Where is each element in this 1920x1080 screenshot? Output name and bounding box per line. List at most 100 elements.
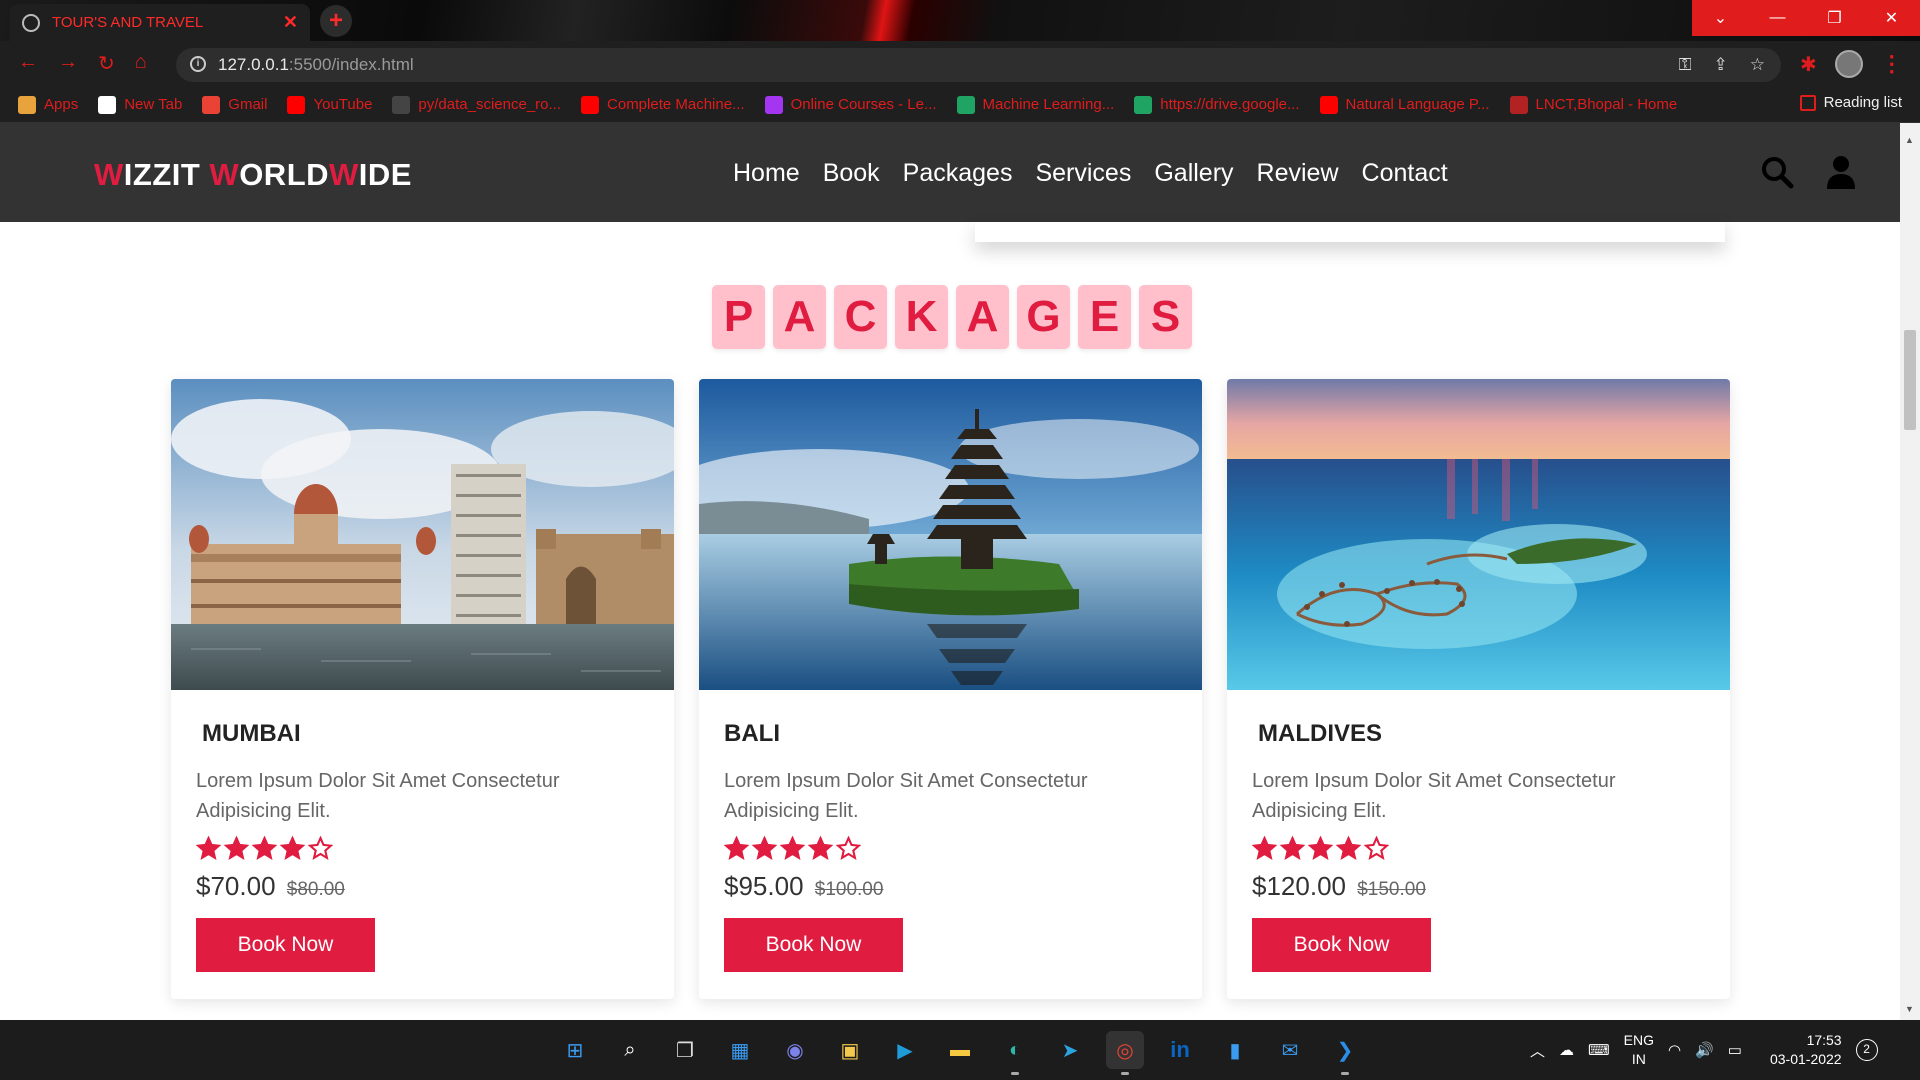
- scrollbar-thumb[interactable]: [1904, 330, 1916, 430]
- url-path: :5500/index.html: [288, 55, 414, 74]
- star-icon[interactable]: ☆: [1750, 55, 1765, 75]
- nav-link-contact[interactable]: Contact: [1362, 159, 1448, 188]
- github-icon: [392, 95, 411, 114]
- bookmark-item[interactable]: py/data_science_ro...: [392, 95, 561, 114]
- nav-link-gallery[interactable]: Gallery: [1154, 159, 1233, 188]
- share-icon[interactable]: ⇪: [1714, 55, 1728, 75]
- phone-icon[interactable]: ▮: [1216, 1031, 1254, 1069]
- running-indicator: [1121, 1072, 1129, 1075]
- chevron-up-icon[interactable]: ︿: [1530, 1040, 1545, 1061]
- battery-icon[interactable]: ▭: [1728, 1041, 1742, 1059]
- back-icon[interactable]: ←: [18, 51, 38, 76]
- windows-start-icon[interactable]: ⊞: [556, 1031, 594, 1069]
- bookmark-item[interactable]: Online Courses - Le...: [764, 95, 937, 114]
- browser-tab[interactable]: TOUR'S AND TRAVEL ✕: [10, 4, 310, 41]
- volume-icon[interactable]: 🔊: [1695, 1041, 1714, 1059]
- bookmark-label: LNCT,Bhopal - Home: [1535, 96, 1678, 113]
- site-info-icon[interactable]: i: [190, 56, 206, 72]
- forward-icon[interactable]: →: [58, 51, 78, 76]
- tab-search-icon[interactable]: ⌄: [1692, 0, 1749, 36]
- drive-icon: [956, 95, 975, 114]
- scroll-up-icon[interactable]: ▲: [1905, 135, 1914, 145]
- vscode-icon[interactable]: ❯: [1326, 1031, 1364, 1075]
- nav-link-review[interactable]: Review: [1257, 159, 1339, 188]
- package-title: MALDIVES: [1258, 720, 1383, 747]
- widgets-icon[interactable]: ▦: [721, 1031, 759, 1069]
- onedrive-icon[interactable]: ☁: [1559, 1041, 1574, 1059]
- bookmark-label: Gmail: [228, 96, 268, 113]
- reading-list-button[interactable]: Reading list: [1799, 94, 1902, 111]
- google-icon: [98, 95, 117, 114]
- nav-link-packages[interactable]: Packages: [903, 159, 1013, 188]
- url-bar[interactable]: i 127.0.0.1:5500/index.html ⚿ ⇪ ☆: [176, 48, 1781, 82]
- bookmark-item[interactable]: Natural Language P...: [1319, 95, 1490, 114]
- url-text[interactable]: 127.0.0.1:5500/index.html: [218, 55, 414, 75]
- search-icon[interactable]: [1760, 155, 1794, 189]
- old-price: $100.00: [814, 879, 884, 900]
- user-icon[interactable]: [1826, 155, 1856, 189]
- current-price: $95.00: [724, 871, 804, 901]
- star-filled-icon: [1336, 836, 1361, 861]
- scroll-down-icon[interactable]: ▼: [1905, 1004, 1914, 1014]
- profile-avatar[interactable]: [1834, 50, 1863, 78]
- bookmark-item[interactable]: Gmail: [202, 95, 268, 114]
- chrome-icon[interactable]: ◎: [1106, 1031, 1144, 1075]
- keyboard-icon[interactable]: ⌨: [1588, 1041, 1610, 1059]
- package-content: MALDIVES Lorem Ipsum Dolor Sit Amet Cons…: [1227, 690, 1730, 972]
- bookmark-item[interactable]: YouTube: [287, 95, 372, 114]
- package-rating: [724, 836, 1177, 861]
- bookmark-item[interactable]: https://drive.google...: [1134, 95, 1300, 114]
- reload-icon[interactable]: ↻: [98, 51, 115, 76]
- store-icon[interactable]: ▣: [831, 1031, 869, 1069]
- globe-icon: [22, 13, 40, 32]
- star-outline-icon: [308, 836, 333, 861]
- menu-kebab-icon[interactable]: ⋮: [1881, 51, 1903, 77]
- browser-titlebar: TOUR'S AND TRAVEL ✕ + ⌄ — ❐ ✕: [0, 0, 1920, 41]
- site-logo[interactable]: WIZZIT WORLDWIDE: [94, 157, 412, 193]
- package-price: $120.00 $150.00: [1252, 871, 1705, 902]
- search-icon[interactable]: ⌕: [611, 1031, 649, 1069]
- restore-button[interactable]: ❐: [1806, 0, 1863, 36]
- wifi-icon[interactable]: ◠: [1668, 1041, 1681, 1059]
- key-icon[interactable]: ⚿: [1679, 55, 1692, 75]
- bookmark-item[interactable]: Apps: [18, 95, 78, 114]
- notification-count[interactable]: 2: [1855, 1039, 1878, 1061]
- clock[interactable]: 17:53 03-01-2022: [1770, 1031, 1842, 1069]
- bookmark-item[interactable]: New Tab: [98, 95, 182, 114]
- heading-letter: A: [956, 285, 1009, 349]
- close-tab-icon[interactable]: ✕: [283, 12, 298, 33]
- nav-link-services[interactable]: Services: [1035, 159, 1131, 188]
- nav-link-home[interactable]: Home: [733, 159, 800, 188]
- logo-part: W: [209, 157, 240, 192]
- bookmark-item[interactable]: LNCT,Bhopal - Home: [1509, 95, 1678, 114]
- package-description: Lorem Ipsum Dolor Sit Amet Consectetur A…: [1252, 770, 1616, 822]
- close-window-button[interactable]: ✕: [1863, 0, 1920, 36]
- extensions-puzzle-icon[interactable]: ✱: [1800, 52, 1817, 77]
- bookmark-item[interactable]: Machine Learning...: [956, 95, 1114, 114]
- teams-chat-icon[interactable]: ◉: [776, 1031, 814, 1069]
- prime-video-icon[interactable]: ▶: [886, 1031, 924, 1069]
- book-now-button[interactable]: Book Now: [724, 918, 903, 972]
- bookmark-item[interactable]: Complete Machine...: [581, 95, 745, 114]
- apps-grid-icon: [18, 95, 36, 114]
- star-filled-icon: [1252, 836, 1277, 861]
- task-view-icon[interactable]: ❐: [666, 1031, 704, 1069]
- mail-icon[interactable]: ✉: [1271, 1031, 1309, 1069]
- book-now-button[interactable]: Book Now: [1252, 918, 1431, 972]
- telegram-icon[interactable]: ➤: [1051, 1031, 1089, 1069]
- language-indicator[interactable]: ENG IN: [1624, 1031, 1654, 1069]
- logo-part: W: [94, 157, 124, 192]
- file-explorer-icon[interactable]: ▬: [941, 1031, 979, 1069]
- omnibox-actions: ⚿ ⇪ ☆: [1679, 55, 1765, 75]
- nav-link-book[interactable]: Book: [823, 159, 880, 188]
- home-icon[interactable]: ⌂: [135, 51, 147, 76]
- page-scrollbar[interactable]: ▲ ▼: [1900, 123, 1920, 1020]
- star-outline-icon: [1364, 836, 1389, 861]
- book-now-button[interactable]: Book Now: [196, 918, 375, 972]
- edge-icon[interactable]: ◐: [996, 1031, 1034, 1075]
- linkedin-icon[interactable]: in: [1161, 1031, 1199, 1069]
- current-price: $70.00: [196, 871, 276, 901]
- new-tab-button[interactable]: +: [320, 5, 352, 37]
- address-toolbar: ← → ↻ ⌂ i 127.0.0.1:5500/index.html ⚿ ⇪ …: [0, 41, 1920, 87]
- minimize-button[interactable]: —: [1749, 0, 1806, 36]
